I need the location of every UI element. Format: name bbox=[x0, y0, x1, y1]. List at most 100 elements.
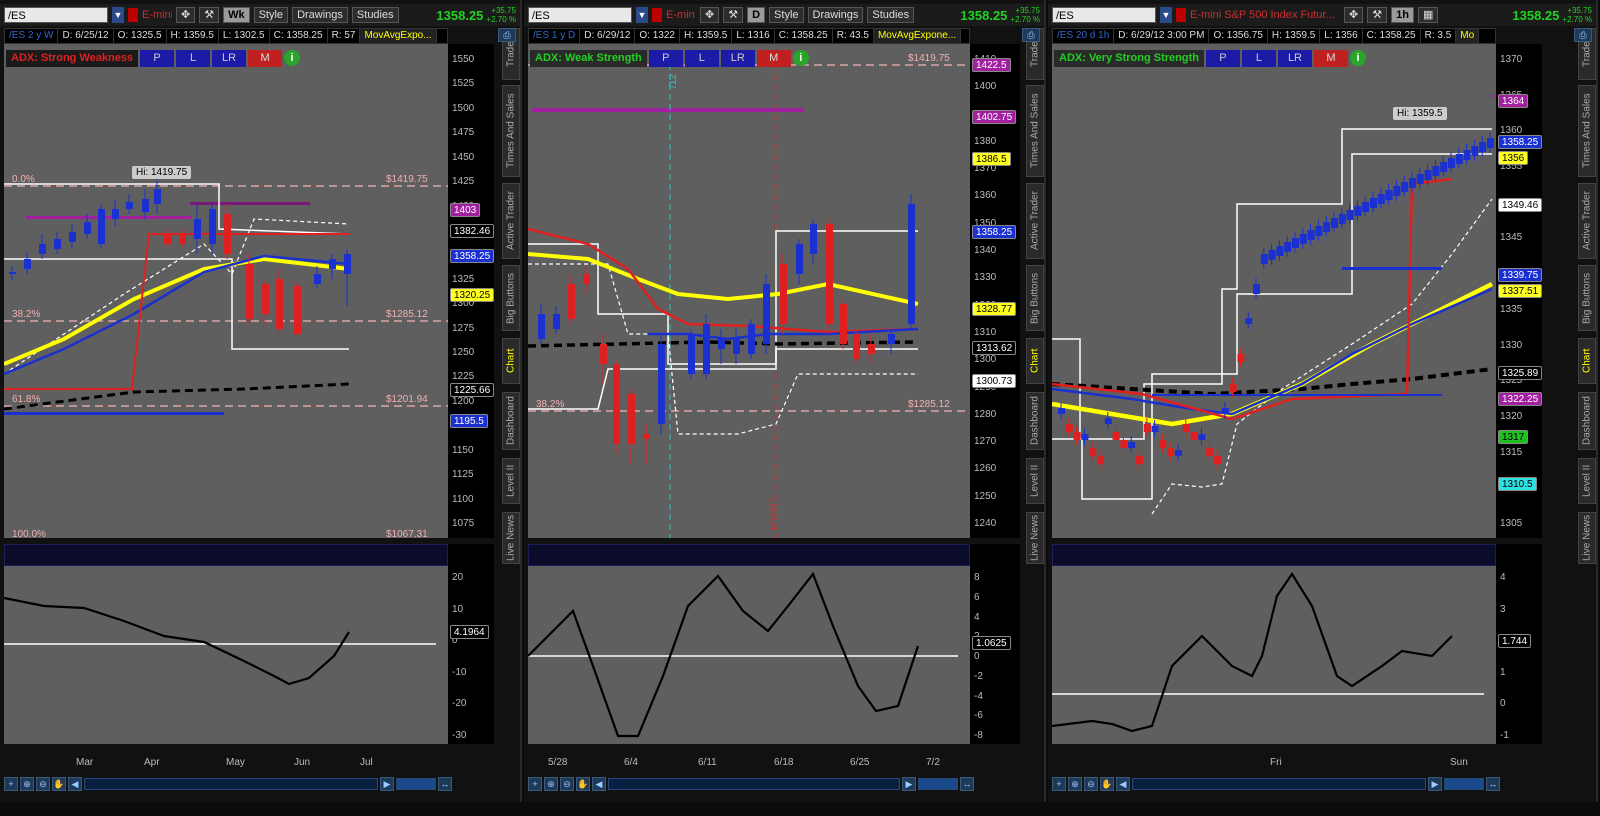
hand-icon[interactable]: ✋ bbox=[1100, 777, 1114, 791]
hand-icon[interactable]: ✋ bbox=[576, 777, 590, 791]
scroll-right-icon[interactable]: ▶ bbox=[1428, 777, 1442, 791]
crosshair-icon[interactable]: ✥ bbox=[1344, 7, 1364, 23]
adx-m-button[interactable]: M bbox=[756, 50, 791, 67]
symbol-dropdown-button[interactable]: ▼ bbox=[112, 7, 124, 23]
crosshair-icon[interactable]: ✥ bbox=[700, 7, 720, 23]
info-icon[interactable]: i bbox=[792, 50, 809, 66]
studies-button[interactable]: Studies bbox=[867, 7, 915, 23]
scroll-left-icon[interactable]: ◀ bbox=[68, 777, 82, 791]
adx-m-button[interactable]: M bbox=[1313, 50, 1348, 67]
side-tab-level-ii[interactable]: Level II bbox=[502, 458, 520, 504]
candle-body bbox=[1393, 186, 1401, 196]
oscillator-header bbox=[528, 544, 970, 566]
aggregation-button[interactable]: 1h bbox=[1391, 7, 1414, 23]
aggregation-button[interactable]: Wk bbox=[223, 7, 250, 23]
fib-percent-label: 38.2% bbox=[12, 309, 41, 320]
symbol-dropdown-button[interactable]: ▼ bbox=[636, 7, 648, 23]
studies-button[interactable]: Studies bbox=[351, 7, 399, 23]
time-scrollbar[interactable] bbox=[84, 778, 378, 790]
scroll-right-icon[interactable]: ▶ bbox=[380, 777, 394, 791]
zoom-fit-icon[interactable]: + bbox=[4, 777, 18, 791]
side-tab-dashboard[interactable]: Dashboard bbox=[1026, 392, 1044, 450]
drawings-button[interactable]: Drawings bbox=[807, 7, 864, 23]
wrench-icon[interactable]: ⚒ bbox=[723, 7, 744, 23]
adx-l-button[interactable]: L bbox=[684, 50, 719, 67]
zoom-out-icon[interactable]: ⊖ bbox=[560, 777, 574, 791]
side-tab-live-news[interactable]: Live News bbox=[502, 512, 520, 564]
zoom-out-icon[interactable]: ⊖ bbox=[1084, 777, 1098, 791]
snapshot-icon[interactable]: ⎙ bbox=[1574, 28, 1592, 42]
drawings-button[interactable]: Drawings bbox=[292, 7, 348, 23]
zoom-in-icon[interactable]: ⊕ bbox=[20, 777, 34, 791]
zoom-fit-icon[interactable]: + bbox=[1052, 777, 1066, 791]
link-color-icon[interactable] bbox=[652, 8, 662, 22]
snapshot-icon[interactable]: ⎙ bbox=[1022, 28, 1040, 42]
symbol-input[interactable]: /ES bbox=[528, 7, 632, 23]
side-tab-active-trader[interactable]: Active Trader bbox=[1026, 183, 1044, 259]
time-scrollbar-thumb[interactable] bbox=[918, 778, 958, 790]
price-chart[interactable] bbox=[3, 44, 448, 542]
grid-icon[interactable]: ▦ bbox=[1417, 7, 1439, 23]
symbol-dropdown-button[interactable]: ▼ bbox=[1160, 7, 1172, 23]
adx-lr-button[interactable]: LR bbox=[720, 50, 755, 67]
side-tab-times-and-sales[interactable]: Times And Sales bbox=[1578, 85, 1596, 177]
expand-icon[interactable]: ↔ bbox=[1486, 777, 1500, 791]
symbol-input[interactable]: /ES bbox=[4, 7, 108, 23]
info-symbol: /ES 2 y W bbox=[5, 29, 59, 43]
link-color-icon[interactable] bbox=[128, 8, 138, 22]
scroll-left-icon[interactable]: ◀ bbox=[592, 777, 606, 791]
oscillator-chart[interactable] bbox=[1051, 566, 1496, 744]
expand-icon[interactable]: ↔ bbox=[960, 777, 974, 791]
expand-icon[interactable]: ↔ bbox=[438, 777, 452, 791]
aggregation-button[interactable]: D bbox=[747, 7, 766, 23]
style-button[interactable]: Style bbox=[253, 7, 289, 23]
oscillator-chart[interactable] bbox=[527, 566, 970, 744]
adx-p-button[interactable]: P bbox=[648, 50, 683, 67]
crosshair-icon[interactable]: ✥ bbox=[176, 7, 196, 23]
adx-l-button[interactable]: L bbox=[176, 50, 211, 67]
scroll-right-icon[interactable]: ▶ bbox=[902, 777, 916, 791]
side-tab-live-news[interactable]: Live News bbox=[1026, 512, 1044, 564]
info-icon[interactable]: i bbox=[284, 50, 301, 66]
side-tab-big-buttons[interactable]: Big Buttons bbox=[1578, 265, 1596, 331]
zoom-in-icon[interactable]: ⊕ bbox=[544, 777, 558, 791]
side-tab-active-trader[interactable]: Active Trader bbox=[502, 183, 520, 259]
side-tab-level-ii[interactable]: Level II bbox=[1578, 458, 1596, 504]
side-tab-level-ii[interactable]: Level II bbox=[1026, 458, 1044, 504]
side-tab-times-and-sales[interactable]: Times And Sales bbox=[502, 85, 520, 177]
side-tab-big-buttons[interactable]: Big Buttons bbox=[502, 265, 520, 331]
time-scrollbar[interactable] bbox=[1132, 778, 1426, 790]
side-tab-chart[interactable]: Chart bbox=[1578, 338, 1596, 384]
side-tab-dashboard[interactable]: Dashboard bbox=[502, 392, 520, 450]
scroll-left-icon[interactable]: ◀ bbox=[1116, 777, 1130, 791]
hand-icon[interactable]: ✋ bbox=[52, 777, 66, 791]
time-scrollbar-thumb[interactable] bbox=[1444, 778, 1484, 790]
adx-l-button[interactable]: L bbox=[1241, 50, 1276, 67]
adx-p-button[interactable]: P bbox=[140, 50, 175, 67]
price-chart[interactable] bbox=[527, 44, 970, 538]
zoom-out-icon[interactable]: ⊖ bbox=[36, 777, 50, 791]
wrench-icon[interactable]: ⚒ bbox=[199, 7, 220, 23]
info-icon[interactable]: i bbox=[1349, 50, 1366, 66]
snapshot-icon[interactable]: ⎙ bbox=[498, 28, 516, 42]
side-tab-times-and-sales[interactable]: Times And Sales bbox=[1026, 85, 1044, 177]
wrench-icon[interactable]: ⚒ bbox=[1367, 7, 1388, 23]
side-tab-chart[interactable]: Chart bbox=[502, 338, 520, 384]
adx-lr-button[interactable]: LR bbox=[212, 50, 247, 67]
side-tab-active-trader[interactable]: Active Trader bbox=[1578, 183, 1596, 259]
side-tab-live-news[interactable]: Live News bbox=[1578, 512, 1596, 564]
zoom-fit-icon[interactable]: + bbox=[528, 777, 542, 791]
side-tab-chart[interactable]: Chart bbox=[1026, 338, 1044, 384]
symbol-input[interactable]: /ES bbox=[1052, 7, 1156, 23]
adx-lr-button[interactable]: LR bbox=[1277, 50, 1312, 67]
time-scrollbar[interactable] bbox=[608, 778, 900, 790]
adx-m-button[interactable]: M bbox=[248, 50, 283, 67]
oscillator-chart[interactable] bbox=[3, 566, 448, 744]
side-tab-big-buttons[interactable]: Big Buttons bbox=[1026, 265, 1044, 331]
zoom-in-icon[interactable]: ⊕ bbox=[1068, 777, 1082, 791]
time-scrollbar-thumb[interactable] bbox=[396, 778, 436, 790]
style-button[interactable]: Style bbox=[769, 7, 804, 23]
link-color-icon[interactable] bbox=[1176, 8, 1186, 22]
adx-p-button[interactable]: P bbox=[1205, 50, 1240, 67]
side-tab-dashboard[interactable]: Dashboard bbox=[1578, 392, 1596, 450]
